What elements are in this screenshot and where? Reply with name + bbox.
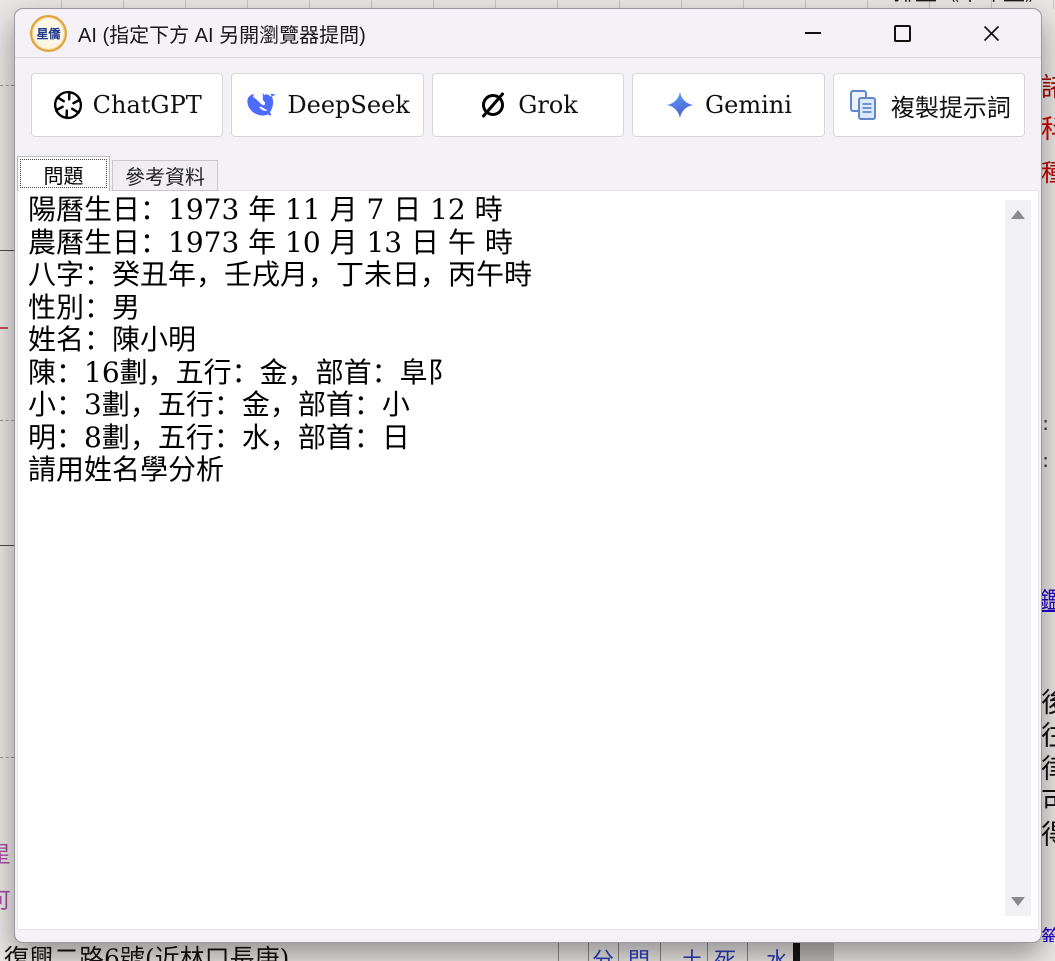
question-line: 明：8劃，五行：水，部首：日 xyxy=(28,422,1028,455)
background-bar xyxy=(793,942,800,961)
question-line: 小：3劃，五行：金，部首：小 xyxy=(28,389,1028,422)
background-char-fragment: 諸 xyxy=(1041,75,1055,101)
scroll-down-icon[interactable] xyxy=(1011,897,1025,906)
background-char-fragment: 後 xyxy=(1041,690,1055,717)
close-button[interactable] xyxy=(963,10,1019,56)
copy-prompt-button[interactable]: 複製提示詞 xyxy=(833,73,1025,137)
background-char-fragment: 閂 xyxy=(628,943,650,961)
close-icon xyxy=(983,25,1000,42)
question-line: 陳：16劃，五行：金，部首：阜阝 xyxy=(28,357,1028,390)
background-char-fragment: 可 xyxy=(0,891,11,913)
background-table-line xyxy=(747,942,748,961)
grok-icon xyxy=(478,90,508,120)
background-rule xyxy=(0,420,14,421)
background-bar xyxy=(800,942,834,961)
ai-dialog-window: 星僑 AI (指定下方 AI 另開瀏覽器提問) xyxy=(14,8,1042,943)
tab-question-label: 問題 xyxy=(44,160,84,189)
maximize-button[interactable] xyxy=(874,10,930,56)
title-bar[interactable]: 星僑 AI (指定下方 AI 另開瀏覽器提問) xyxy=(15,9,1041,58)
chatgpt-button[interactable]: ChatGPT xyxy=(31,73,223,137)
copy-prompt-button-label: 複製提示詞 xyxy=(891,88,1011,123)
background-rule xyxy=(0,757,14,758)
grok-button[interactable]: Grok xyxy=(432,73,624,137)
background-table-line xyxy=(558,942,559,961)
background-char-fragment: 土 xyxy=(681,943,703,961)
background-char-fragment: 得 xyxy=(1041,822,1055,849)
background-char-fragment: ∶ xyxy=(1043,415,1048,435)
background-char-fragment: 種 xyxy=(1041,161,1055,185)
minimize-icon xyxy=(805,32,821,34)
background-table-line xyxy=(588,942,589,961)
background-link-fragment: 鑑 xyxy=(1040,590,1055,613)
question-line: 八字：癸丑年，壬戌月，丁未日，丙午時 xyxy=(28,259,1028,292)
question-line: 姓名：陳小明 xyxy=(28,324,1028,357)
deepseek-icon xyxy=(245,92,277,118)
background-right-strip: 諸 科 種 ∶ ∶ 鑑 後 往 律 可 得 籤 xyxy=(1040,9,1055,961)
question-line: 性別：男 xyxy=(28,292,1028,325)
background-text-fragment: 排盤《本命盤》 xyxy=(893,0,1047,5)
background-char-fragment: 可 xyxy=(1041,789,1055,816)
deepseek-button[interactable]: DeepSeek xyxy=(231,73,423,137)
window-title: AI (指定下方 AI 另開瀏覽器提問) xyxy=(78,19,366,48)
background-char-fragment: 科 xyxy=(1041,117,1055,143)
deepseek-button-label: DeepSeek xyxy=(287,91,409,119)
background-char-fragment: ∶ xyxy=(1043,452,1048,472)
tab-strip: 問題 參考資料 xyxy=(17,156,218,191)
question-line: 請用姓名學分析 xyxy=(28,454,1028,487)
background-table-line xyxy=(618,942,619,961)
background-table-line xyxy=(660,942,661,961)
background-char-fragment: 星 xyxy=(0,845,11,867)
gemini-button[interactable]: Gemini xyxy=(632,73,824,137)
background-address-text: 復興二路6號(近林口長庚) xyxy=(4,942,289,961)
background-rule xyxy=(0,85,14,86)
background-table-line xyxy=(707,942,708,961)
ai-button-row: ChatGPT DeepSeek Grok xyxy=(15,58,1041,137)
app-logo-icon: 星僑 xyxy=(30,15,67,52)
background-char-fragment: 往 xyxy=(1041,723,1055,750)
tab-reference[interactable]: 參考資料 xyxy=(112,160,218,191)
vertical-scrollbar[interactable] xyxy=(1005,200,1031,916)
background-rule xyxy=(0,545,14,546)
background-char-fragment: 律 xyxy=(1041,756,1055,783)
background-char-fragment: 水 xyxy=(766,943,788,961)
gemini-icon xyxy=(665,90,695,120)
tab-question[interactable]: 問題 xyxy=(17,156,110,191)
chatgpt-button-label: ChatGPT xyxy=(93,91,202,119)
background-rule xyxy=(0,327,8,329)
minimize-button[interactable] xyxy=(785,10,841,56)
background-left-strip: 星 可 xyxy=(0,9,14,961)
question-tab-panel: 陽曆生日：1973 年 11 月 7 日 12 時 農曆生日：1973 年 10… xyxy=(17,190,1039,930)
question-line: 陽曆生日：1973 年 11 月 7 日 12 時 xyxy=(28,194,1028,227)
gemini-button-label: Gemini xyxy=(705,91,792,119)
window-controls xyxy=(785,10,1041,56)
question-textbox[interactable]: 陽曆生日：1973 年 11 月 7 日 12 時 農曆生日：1973 年 10… xyxy=(18,191,1038,490)
question-line: 農曆生日：1973 年 10 月 13 日 午 時 xyxy=(28,227,1028,260)
background-char-fragment: 死 xyxy=(714,943,736,961)
grok-button-label: Grok xyxy=(518,91,578,119)
background-rule xyxy=(0,250,14,251)
maximize-icon xyxy=(894,25,911,42)
chatgpt-icon xyxy=(53,90,83,120)
scroll-up-icon[interactable] xyxy=(1011,210,1025,219)
tab-reference-label: 參考資料 xyxy=(125,161,205,190)
background-char-fragment: 分 xyxy=(592,943,614,961)
background-bottom-strip: 復興二路6號(近林口長庚) 分 閂 土 死 水 xyxy=(0,942,1055,961)
copy-icon xyxy=(847,88,881,122)
